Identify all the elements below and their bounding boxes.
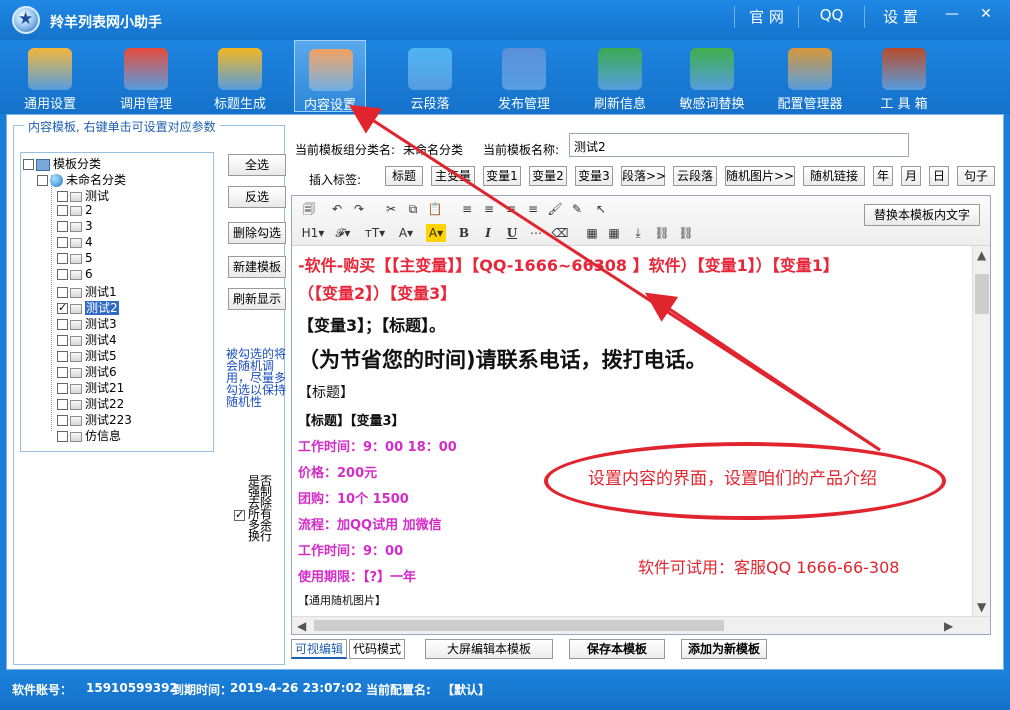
arrow-to-editor [645, 292, 881, 452]
annotation-arrows [348, 104, 881, 452]
